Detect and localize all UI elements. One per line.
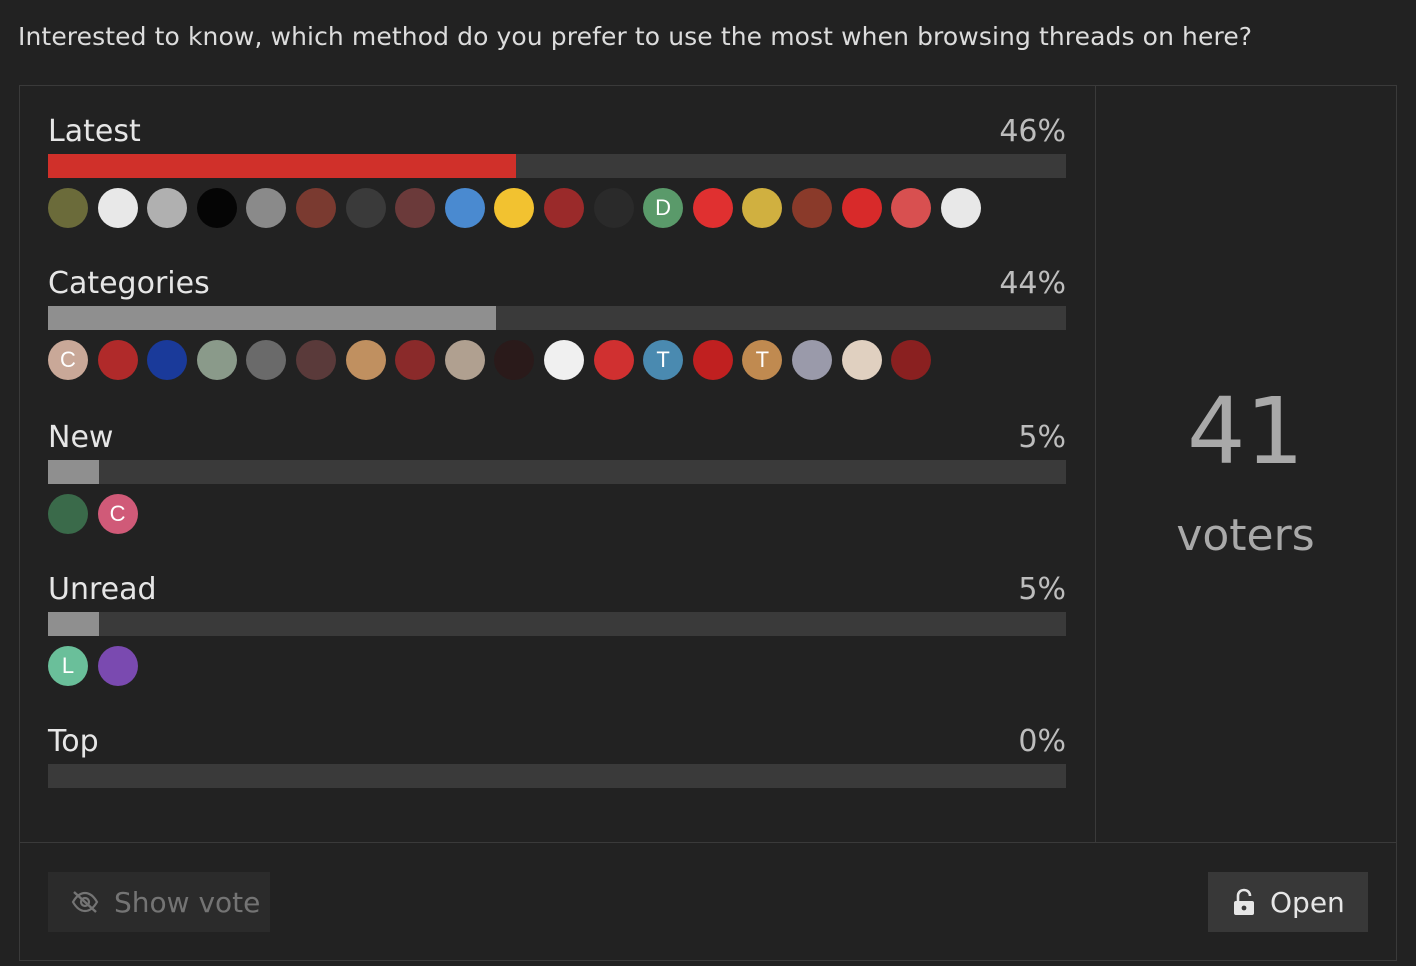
unlock-icon <box>1234 888 1254 915</box>
voter-avatars: CTT <box>48 340 1066 380</box>
avatar[interactable] <box>196 188 237 228</box>
avatar[interactable] <box>295 188 336 228</box>
avatar[interactable] <box>494 188 535 228</box>
avatar[interactable] <box>494 340 535 380</box>
poll-question: Interested to know, which method do you … <box>18 22 1253 51</box>
poll-options: Latest 46% D Categories 44% C T T New 5% C Unread 5%… <box>20 86 1095 843</box>
avatar[interactable] <box>444 340 485 380</box>
avatar[interactable] <box>97 340 138 380</box>
avatar[interactable] <box>97 646 138 686</box>
avatar[interactable] <box>891 340 932 380</box>
avatar[interactable] <box>295 340 336 380</box>
poll-info: 41 voters <box>1095 86 1396 843</box>
option-percent: 5% <box>1018 420 1066 455</box>
open-button[interactable]: Open <box>1208 872 1368 932</box>
open-label: Open <box>1270 885 1345 919</box>
option-percent: 0% <box>1018 724 1066 759</box>
poll-option-unread: Unread 5% L <box>48 570 1066 686</box>
option-percent: 5% <box>1018 572 1066 607</box>
poll-option-top: Top 0% <box>48 722 1066 788</box>
option-percent: 44% <box>999 266 1066 301</box>
avatar[interactable]: T <box>742 340 783 380</box>
avatar[interactable] <box>246 188 287 228</box>
option-percent: 46% <box>999 114 1066 149</box>
option-label: Top <box>48 724 99 759</box>
option-header: Top 0% <box>48 722 1066 759</box>
avatar[interactable] <box>345 188 386 228</box>
avatar[interactable] <box>593 340 634 380</box>
show-vote-button[interactable]: Show vote <box>48 872 270 932</box>
avatar[interactable] <box>543 188 584 228</box>
option-label: New <box>48 420 114 455</box>
avatar[interactable] <box>246 340 287 380</box>
option-bar <box>48 460 1066 484</box>
poll-body: Latest 46% D Categories 44% C T T New 5% C Unread 5%… <box>20 86 1396 843</box>
option-bar <box>48 154 1066 178</box>
avatar[interactable] <box>147 188 188 228</box>
voter-avatars: L <box>48 646 1066 686</box>
option-bar <box>48 306 1066 330</box>
poll-option-latest: Latest 46% D <box>48 112 1066 228</box>
avatar[interactable] <box>841 340 882 380</box>
avatar[interactable] <box>48 494 88 534</box>
option-bar-fill <box>48 460 99 484</box>
avatar[interactable] <box>692 188 733 228</box>
avatar[interactable] <box>791 188 832 228</box>
option-header: Categories 44% <box>48 264 1066 301</box>
eye-slash-icon <box>71 891 99 913</box>
option-bar <box>48 612 1066 636</box>
avatar[interactable] <box>48 188 88 228</box>
avatar[interactable] <box>444 188 485 228</box>
avatar[interactable] <box>345 340 386 380</box>
avatar[interactable] <box>593 188 634 228</box>
avatar[interactable] <box>841 188 882 228</box>
avatar[interactable] <box>196 340 237 380</box>
option-label: Latest <box>48 114 141 149</box>
option-bar-fill <box>48 306 496 330</box>
option-header: Latest 46% <box>48 112 1066 149</box>
voter-avatars: C <box>48 494 1066 534</box>
avatar[interactable]: C <box>97 494 138 534</box>
avatar[interactable]: L <box>48 646 88 686</box>
avatar[interactable] <box>742 188 783 228</box>
avatar[interactable] <box>891 188 932 228</box>
voter-avatars: D <box>48 188 1066 228</box>
option-label: Categories <box>48 266 210 301</box>
option-bar <box>48 764 1066 788</box>
avatar[interactable] <box>97 188 138 228</box>
voters-label: voters <box>1176 510 1315 561</box>
avatar[interactable] <box>543 340 584 380</box>
avatar[interactable]: C <box>48 340 88 380</box>
option-label: Unread <box>48 572 157 607</box>
avatar[interactable] <box>791 340 832 380</box>
option-bar-fill <box>48 154 517 178</box>
option-header: New 5% <box>48 418 1066 455</box>
poll-container: Latest 46% D Categories 44% C T T New 5% C Unread 5%… <box>19 85 1397 961</box>
option-bar-fill <box>48 612 99 636</box>
poll-option-categories: Categories 44% C T T <box>48 264 1066 380</box>
poll-option-new: New 5% C <box>48 418 1066 534</box>
option-header: Unread 5% <box>48 570 1066 607</box>
avatar[interactable] <box>395 188 436 228</box>
show-vote-label: Show vote <box>114 885 261 919</box>
avatar[interactable]: T <box>643 340 684 380</box>
avatar[interactable]: D <box>643 188 684 228</box>
avatar[interactable] <box>940 188 981 228</box>
avatar[interactable] <box>147 340 188 380</box>
avatar[interactable] <box>395 340 436 380</box>
voters-count: 41 <box>1186 378 1305 485</box>
avatar[interactable] <box>692 340 733 380</box>
